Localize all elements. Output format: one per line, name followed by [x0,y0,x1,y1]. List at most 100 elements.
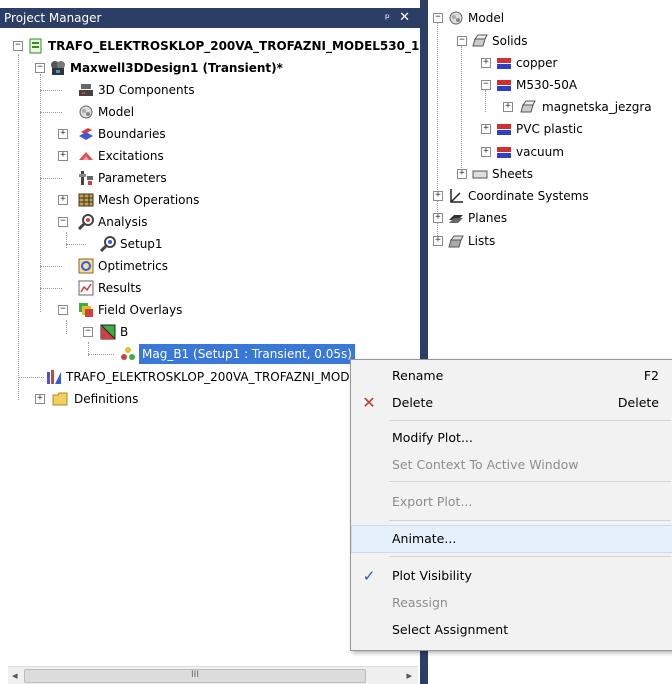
menu-label: Rename [392,368,444,383]
tree-node-model-root[interactable]: − Model [428,8,672,28]
horizontal-scrollbar[interactable]: ◂ III ▸ [8,666,418,684]
collapse-icon[interactable]: − [83,327,93,337]
expand-icon[interactable]: + [503,102,513,112]
collapse-icon[interactable]: − [457,36,467,46]
material-icon [497,80,511,91]
boundaries-icon [79,128,93,140]
tree-node-vacuum[interactable]: + vacuum [428,142,672,162]
menu-item-set-context[interactable]: Set Context To Active Window [351,452,672,478]
menu-separator [389,556,671,557]
tree-node-magnetska[interactable]: + magnetska_jezgra [428,97,672,117]
tree-node-setup1[interactable]: Setup1 [0,234,300,254]
material-icon [497,58,511,69]
menu-item-select-assignment[interactable]: Select Assignment [351,617,672,643]
context-menu: Rename F2 ✕ Delete Delete Modify Plot...… [350,359,672,651]
setup-icon [100,236,116,252]
collapse-icon[interactable]: − [35,63,45,73]
menu-label: Export Plot... [392,494,473,509]
menu-item-modify-plot[interactable]: Modify Plot... [351,425,672,451]
scroll-left-icon[interactable]: ◂ [12,669,18,682]
components-3d-icon [79,84,93,96]
maxwell-design-icon [51,61,65,75]
field-b-icon [100,324,116,340]
collapse-icon[interactable]: − [481,80,491,90]
tree-node-solids[interactable]: − Solids [428,31,672,51]
selected-plot-label[interactable]: Mag_B1 (Setup1 : Transient, 0.05s) [139,344,355,364]
menu-separator [389,420,671,421]
pin-icon[interactable]: ᵖ [385,8,390,28]
menu-label: Reassign [392,595,448,610]
material-icon [497,147,511,158]
tree-label: PVC plastic [516,122,583,136]
expand-icon[interactable]: + [433,191,443,201]
menu-item-delete[interactable]: ✕ Delete Delete [351,390,672,416]
tree-node-planes[interactable]: + Planes [428,208,672,228]
tree-node-analysis[interactable]: − Analysis [0,212,300,232]
tree-node-parameters[interactable]: Parameters [0,168,300,188]
tree-node-m530[interactable]: − M530-50A [428,75,672,95]
tree-label: Parameters [98,171,167,185]
tree-node-optimetrics[interactable]: Optimetrics [0,256,300,276]
menu-item-export-plot[interactable]: Export Plot... [351,489,672,515]
design-icon [47,370,61,384]
expand-icon[interactable]: + [58,195,68,205]
expand-icon[interactable]: + [481,58,491,68]
analysis-icon [78,214,94,230]
expand-icon[interactable]: + [481,124,491,134]
menu-label: Delete [392,395,434,410]
solids-icon [472,34,488,47]
collapse-icon[interactable]: − [58,217,68,227]
collapse-icon[interactable]: − [433,13,443,23]
tree-node-results[interactable]: Results [0,278,300,298]
expand-icon[interactable]: + [481,147,491,157]
tree-label: 3D Components [98,83,195,97]
menu-item-rename[interactable]: Rename F2 [351,363,672,389]
delete-x-icon: ✕ [362,393,376,412]
menu-separator [389,520,671,521]
menu-item-animate[interactable]: Animate... [351,525,672,553]
tree-node-copper[interactable]: + copper [428,53,672,73]
tree-node-model[interactable]: Model [0,102,300,122]
tree-label: Excitations [98,149,164,163]
folder-icon [52,392,68,406]
model-icon [79,105,93,119]
tree-label: Results [98,281,142,295]
tree-node-definitions[interactable]: + Definitions [0,389,300,409]
tree-node-sheets[interactable]: + Sheets [428,164,672,184]
expand-icon[interactable]: + [457,169,467,179]
tree-node-mesh-operations[interactable]: + Mesh Operations [0,190,300,210]
scrollbar-thumb[interactable]: III [24,669,366,683]
lists-icon [448,235,464,248]
collapse-icon[interactable]: − [13,41,23,51]
tree-node-boundaries[interactable]: + Boundaries [0,124,300,144]
menu-label: Select Assignment [392,622,509,637]
tree-node-mag-b1[interactable]: Mag_B1 (Setup1 : Transient, 0.05s) [0,344,400,364]
tree-node-field-overlays[interactable]: − Field Overlays [0,300,300,320]
menu-label: Animate... [392,531,457,546]
tree-node-excitations[interactable]: + Excitations [0,146,300,166]
expand-icon[interactable]: + [433,236,443,246]
expand-icon[interactable]: + [58,151,68,161]
close-icon[interactable]: ✕ [399,8,410,28]
tree-node-coordinate-systems[interactable]: + Coordinate Systems [428,186,672,206]
sheets-icon [472,170,488,179]
tree-node-b[interactable]: − B [0,322,300,342]
tree-label: Boundaries [98,127,166,141]
tree-label: vacuum [516,145,564,159]
expand-icon[interactable]: + [58,129,68,139]
tree-node-pvc[interactable]: + PVC plastic [428,119,672,139]
tree-node-project[interactable]: − TRAFO_ELEKTROSKLOP_200VA_TROFAZNI_MODE… [0,36,420,56]
tree-node-lists[interactable]: + Lists [428,231,672,251]
tree-node-design[interactable]: − Maxwell3DDesign1 (Transient)* [0,58,420,78]
expand-icon[interactable]: + [433,213,443,223]
scroll-right-icon[interactable]: ▸ [406,669,412,682]
menu-item-plot-visibility[interactable]: ✓ Plot Visibility [351,563,672,589]
expand-icon[interactable]: + [35,394,45,404]
coordinate-system-icon [450,189,463,203]
design-name: Maxwell3DDesign1 (Transient)* [70,61,283,75]
menu-item-reassign[interactable]: Reassign [351,590,672,616]
results-icon [78,280,94,296]
tree-node-3d-components[interactable]: 3D Components [0,80,300,100]
collapse-icon[interactable]: − [58,305,68,315]
menu-label: Plot Visibility [392,568,472,583]
